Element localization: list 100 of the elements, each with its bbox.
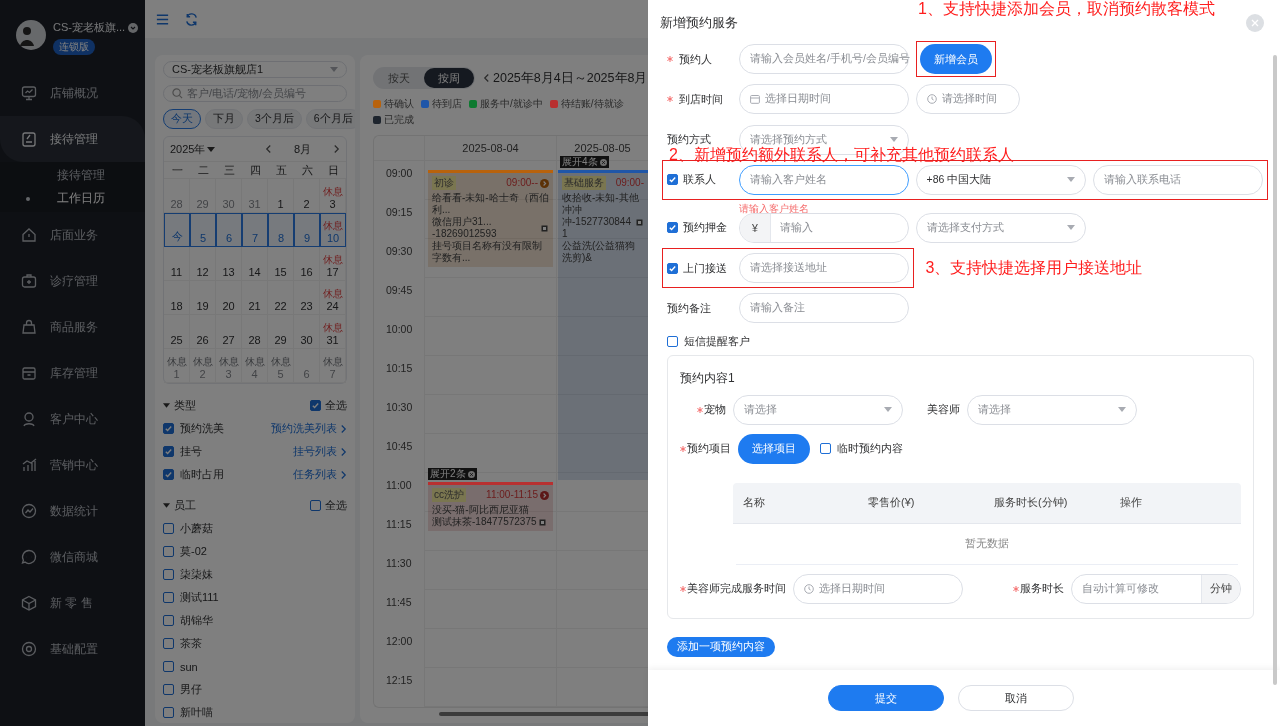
refresh-icon[interactable] [184,11,199,27]
calendar-day[interactable]: 11 [164,247,190,281]
calendar-day[interactable]: 13 [216,247,242,281]
view-tab[interactable]: 按天 [374,68,424,88]
nav-item[interactable]: 库存管理 [0,350,145,396]
arrow-icon[interactable] [540,490,549,500]
calendar-day[interactable]: 30 [294,315,320,349]
chevron-icon[interactable] [340,469,347,480]
checkbox[interactable] [163,707,174,718]
quick-range-button[interactable]: 今天 [163,109,201,129]
chevron-down-icon[interactable] [128,22,139,33]
calendar-day[interactable]: 休息 2 [190,349,216,383]
copy-icon[interactable] [538,518,547,526]
nav-item[interactable]: 店铺概况 [0,70,145,116]
calendar-day[interactable]: 休息 7 [320,349,346,383]
list-link[interactable]: 任务列表 [293,467,347,482]
calendar-day[interactable]: 20 [216,281,242,315]
next-month-icon[interactable] [333,144,340,154]
nav-subitem[interactable]: 接待管理 [0,164,145,187]
calendar-day[interactable]: 29 [268,315,294,349]
copy-icon[interactable] [541,224,549,232]
nav-item[interactable]: 诊疗管理 [0,258,145,304]
nav-item[interactable]: 营销中心 [0,442,145,488]
checkbox[interactable] [163,684,174,695]
calendar-day[interactable]: 26 [190,315,216,349]
checkbox[interactable] [666,262,678,274]
calendar-day[interactable]: 休息 1 [164,349,190,383]
quick-range-button[interactable]: 3个月后 [247,109,302,129]
calendar-day[interactable]: 8 [268,213,294,247]
caret-icon[interactable] [163,502,170,508]
list-link[interactable]: 预约洗美列表 [271,421,347,436]
calendar-day[interactable]: 16 [294,247,320,281]
calendar-day[interactable]: 15 [268,247,294,281]
calendar-day[interactable]: 25 [164,315,190,349]
checkbox[interactable] [163,592,174,603]
calendar-day[interactable]: 28 [242,315,268,349]
calendar-day[interactable]: 12 [190,247,216,281]
arrow-icon[interactable] [540,178,549,188]
chevron-icon[interactable] [340,446,347,457]
checkbox[interactable] [163,446,174,457]
nav-item[interactable]: 微信商城 [0,534,145,580]
checkbox[interactable] [666,174,678,186]
calendar-day[interactable]: 休息 17 [320,247,346,281]
checkbox[interactable] [667,336,678,348]
checkbox[interactable] [310,499,321,511]
nav-subitem[interactable]: 工作日历 [0,187,145,210]
checkbox[interactable] [820,443,831,455]
nav-item[interactable]: 基础配置 [0,626,145,672]
expand-badge[interactable]: 展开4条 [560,156,609,168]
calendar-day[interactable]: 休息 3 [216,349,242,383]
checkbox[interactable] [310,399,321,411]
chevron-icon[interactable] [340,423,347,434]
calendar-day[interactable]: 18 [164,281,190,315]
calendar-day[interactable]: 19 [190,281,216,315]
calendar-day[interactable]: 7 [242,213,268,247]
scrollbar[interactable] [439,712,648,716]
calendar-day[interactable]: 14 [242,247,268,281]
add-content-button[interactable]: 添加一项预约内容 [667,636,775,657]
checkbox[interactable] [163,523,174,534]
caret-icon[interactable] [163,402,170,408]
select-items-button[interactable]: 选择项目 [738,433,810,464]
nav-item[interactable]: 接待管理 [0,116,145,162]
checkbox[interactable] [667,222,678,234]
checkbox[interactable] [163,615,174,626]
checkbox[interactable] [163,638,174,649]
add-member-button[interactable]: 新增会员 [920,44,992,74]
scrollbar[interactable] [1273,55,1277,685]
nav-item[interactable]: 数据统计 [0,488,145,534]
quick-range-button[interactable]: 6个月后 [305,109,355,129]
checkbox[interactable] [163,469,174,480]
expand-badge[interactable]: 展开2条 [428,468,477,480]
copy-icon[interactable] [636,218,644,226]
checkbox[interactable] [163,661,174,672]
calendar-day[interactable]: 休息 5 [268,349,294,383]
calendar-day[interactable]: 休息 4 [242,349,268,383]
nav-item[interactable]: 商品服务 [0,304,145,350]
nav-item[interactable]: 店面业务 [0,212,145,258]
cancel-button[interactable]: 取消 [958,685,1074,711]
calendar-day[interactable]: 23 [294,281,320,315]
calendar-day[interactable]: 休息 10 [320,213,346,247]
calendar-day[interactable]: 22 [268,281,294,315]
checkbox[interactable] [163,423,174,434]
calendar-day[interactable]: 9 [294,213,320,247]
prev-week-icon[interactable] [483,73,490,83]
nav-item[interactable]: 客户中心 [0,396,145,442]
calendar-day[interactable]: 6 [216,213,242,247]
calendar-day[interactable]: 休息 31 [320,315,346,349]
prev-month-icon[interactable] [264,144,272,154]
list-link[interactable]: 挂号列表 [293,444,347,459]
calendar-day[interactable]: 休息 24 [320,281,346,315]
calendar-day[interactable]: 6 [294,349,320,383]
quick-range-button[interactable]: 下月 [205,109,243,129]
calendar-day[interactable]: 今 [164,213,190,247]
checkbox[interactable] [163,569,174,580]
nav-item[interactable]: 新 零 售 [0,580,145,626]
calendar-day[interactable]: 5 [190,213,216,247]
calendar-day[interactable]: 27 [216,315,242,349]
submit-button[interactable]: 提交 [828,685,944,711]
year-select[interactable]: 2025年 [170,141,216,157]
calendar-day[interactable]: 21 [242,281,268,315]
